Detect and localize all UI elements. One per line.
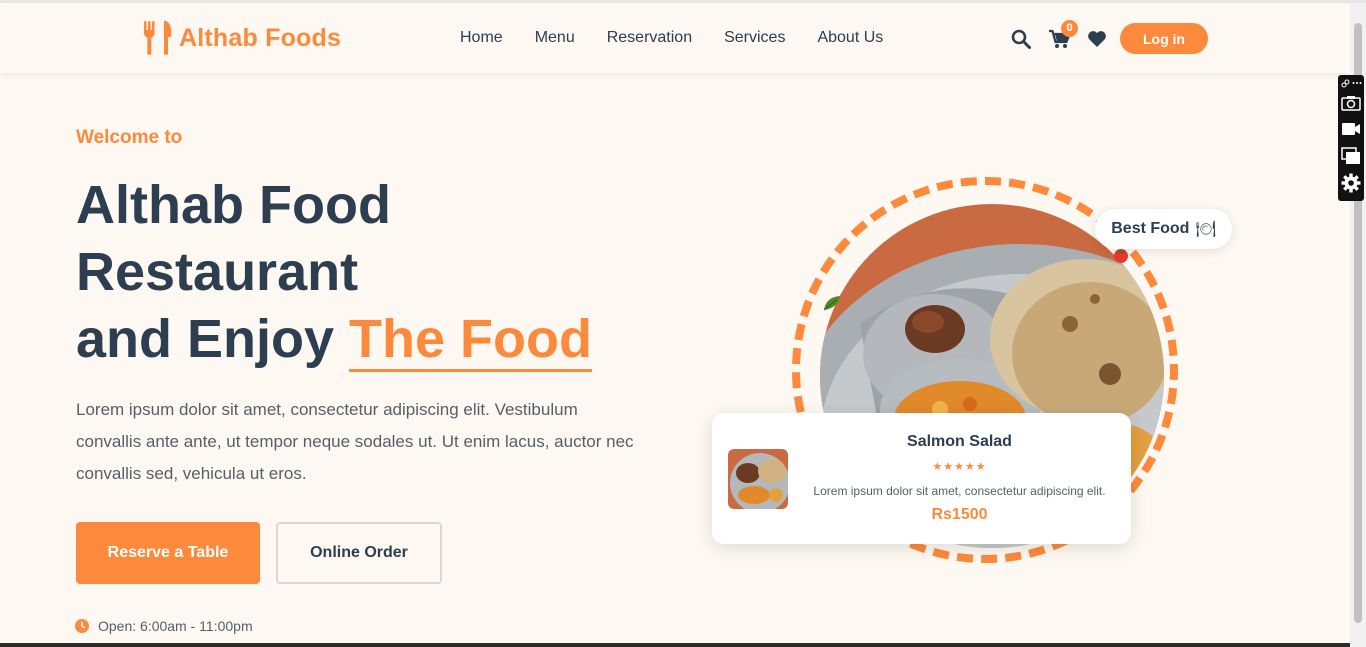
hero-title-line3: and Enjoy [76, 309, 335, 369]
gear-icon[interactable] [1341, 173, 1361, 193]
dish-rating-stars: ★★★★★ [932, 461, 987, 473]
cart-icon[interactable]: 0 [1049, 20, 1078, 49]
hero-title-accent: The Food [349, 309, 592, 372]
hero-description: Lorem ipsum dolor sit amet, consectetur … [76, 400, 634, 483]
heart-icon[interactable] [1087, 29, 1107, 49]
plate-icon: 🍽 [1195, 221, 1216, 238]
nav-item-home[interactable]: Home [460, 28, 503, 48]
featured-dish-card[interactable]: Salmon Salad ★★★★★ Lorem ipsum dolor sit… [712, 413, 1131, 544]
bottom-edge [0, 643, 1350, 647]
brand-name: Althab Foods [179, 23, 342, 52]
link-icon[interactable] [1341, 79, 1350, 88]
dish-thumbnail [728, 449, 788, 509]
camera-icon[interactable] [1341, 95, 1361, 111]
welcome-text: Welcome to [76, 127, 183, 148]
best-food-badge: Best Food 🍽 [1095, 209, 1232, 249]
site-header: Althab Foods Home Menu Reservation Servi… [0, 3, 1350, 73]
login-button[interactable]: Log in [1120, 23, 1208, 54]
screen-capture-toolbar [1338, 75, 1364, 201]
hero-title: Althab Food Restaurant and Enjoy The Foo… [76, 172, 696, 373]
dish-price: Rs1500 [931, 506, 988, 523]
dish-title: Salmon Salad [907, 433, 1012, 450]
hero-title-line2: Restaurant [76, 242, 359, 302]
nav-item-menu[interactable]: Menu [535, 28, 575, 48]
header-icons: 0 [1011, 20, 1125, 49]
best-food-label: Best Food [1111, 220, 1190, 237]
main-nav: Home Menu Reservation Services About Us [460, 28, 915, 48]
utensils-icon [144, 21, 172, 55]
nav-item-reservation[interactable]: Reservation [607, 28, 692, 48]
reserve-table-button[interactable]: Reserve a Table [76, 522, 260, 584]
windows-icon[interactable] [1341, 147, 1361, 165]
nav-item-services[interactable]: Services [724, 28, 785, 48]
dish-description: Lorem ipsum dolor sit amet, consectetur … [813, 484, 1106, 498]
hero-title-line1: Althab Food [76, 175, 391, 235]
search-icon[interactable] [1011, 29, 1031, 49]
opening-hours-text: Open: 6:00am - 11:00pm [98, 618, 253, 634]
clock-icon [75, 619, 89, 633]
nav-item-about-us[interactable]: About Us [817, 28, 883, 48]
opening-hours: Open: 6:00am - 11:00pm [75, 618, 253, 634]
logo[interactable]: Althab Foods [141, 21, 341, 55]
cart-count-badge: 0 [1061, 20, 1078, 37]
video-icon[interactable] [1341, 122, 1361, 136]
online-order-button[interactable]: Online Order [276, 522, 442, 584]
leaf-decoration-icon [823, 296, 840, 311]
more-icon[interactable] [1352, 80, 1362, 86]
